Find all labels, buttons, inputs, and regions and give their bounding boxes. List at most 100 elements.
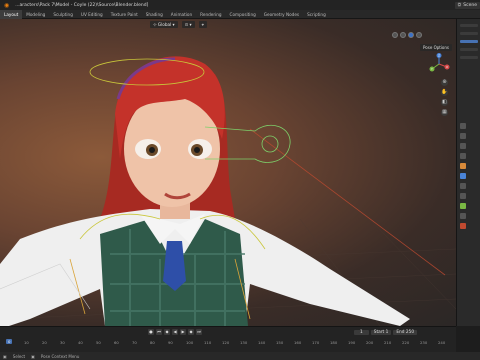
ruler-tick-label: 70 xyxy=(132,340,137,345)
outliner-row-selected[interactable] xyxy=(460,40,478,43)
next-keyframe-button[interactable]: ◆ xyxy=(188,329,194,335)
ruler-tick-label: 160 xyxy=(294,340,302,345)
physics-properties-icon[interactable] xyxy=(460,183,466,189)
pose-options-dropdown[interactable]: Pose Options xyxy=(420,44,452,51)
tab-scripting[interactable]: Scripting xyxy=(303,10,330,19)
ruler-tick-label: 40 xyxy=(78,340,83,345)
rendered-shading-button[interactable] xyxy=(416,32,422,38)
start-frame-field[interactable]: Start 1 xyxy=(370,329,392,335)
render-properties-icon[interactable] xyxy=(460,133,466,139)
bone-properties-icon[interactable] xyxy=(460,213,466,219)
ruler-tick-label: 0 xyxy=(6,339,13,344)
ruler-tick-label: 20 xyxy=(42,340,47,345)
ruler-tick-label: 100 xyxy=(186,340,194,345)
scene-icon: ⛭ xyxy=(457,3,462,8)
ruler-tick-label: 90 xyxy=(168,340,173,345)
navigation-gizmo[interactable]: X Y Z xyxy=(428,53,450,75)
ruler-tick-label: 150 xyxy=(276,340,284,345)
perspective-grid-icon[interactable]: ▦ xyxy=(441,109,448,116)
viewport-header: ⊹ Global ▾ ⊙ ▾ ⌖ xyxy=(0,19,456,30)
modifier-properties-icon[interactable] xyxy=(460,173,466,179)
record-button[interactable]: ● xyxy=(148,329,154,335)
camera-view-icon[interactable]: ◧ xyxy=(441,99,448,106)
ruler-tick-label: 230 xyxy=(420,340,428,345)
scene-properties-icon[interactable] xyxy=(460,153,466,159)
snap-toggle[interactable]: ⌖ xyxy=(198,21,207,28)
orientation-label: Global xyxy=(157,22,172,27)
material-properties-icon[interactable] xyxy=(460,223,466,229)
ruler-tick-label: 50 xyxy=(96,340,101,345)
mouse-left-icon: ▣ xyxy=(3,353,7,359)
outliner-row[interactable] xyxy=(460,48,478,51)
ruler-tick-label: 30 xyxy=(60,340,65,345)
ruler-tick-label: 240 xyxy=(438,340,446,345)
ruler-tick-label: 130 xyxy=(240,340,248,345)
ruler-tick-label: 140 xyxy=(258,340,266,345)
current-frame-field[interactable]: 1 xyxy=(354,329,369,335)
jump-end-button[interactable]: ⏭ xyxy=(196,329,202,335)
tab-sculpting[interactable]: Sculpting xyxy=(49,10,77,19)
ruler-tick-label: 170 xyxy=(312,340,320,345)
solid-shading-button[interactable] xyxy=(400,32,406,38)
end-frame-field[interactable]: End 250 xyxy=(393,329,418,335)
pivot-dropdown[interactable]: ⊙ ▾ xyxy=(181,21,195,28)
tool-properties-icon[interactable] xyxy=(460,123,466,129)
ruler-tick-label: 110 xyxy=(204,340,212,345)
shading-buttons xyxy=(392,32,422,38)
tab-modeling[interactable]: Modeling xyxy=(22,10,49,19)
prev-keyframe-button[interactable]: ◆ xyxy=(164,329,170,335)
ruler-tick-label: 200 xyxy=(366,340,374,345)
scene-label: Scene xyxy=(463,2,477,8)
timeline: ● ⏮ ◆ ◀ ▶ ◆ ⏭ 1 Start 1 End 250 0 10 20 30 4… xyxy=(0,326,456,352)
tab-layout[interactable]: Layout xyxy=(0,9,23,19)
ruler-tick-label: 210 xyxy=(384,340,392,345)
output-properties-icon[interactable] xyxy=(460,143,466,149)
ruler-tick-label: 220 xyxy=(402,340,410,345)
play-reverse-button[interactable]: ◀ xyxy=(172,329,178,335)
ruler-tick-label: 80 xyxy=(150,340,155,345)
ruler-tick-label: 190 xyxy=(348,340,356,345)
blender-logo-icon[interactable]: ◉ xyxy=(4,2,9,9)
3d-viewport[interactable]: ⊹ Global ▾ ⊙ ▾ ⌖ Pose Options X Y Z ⊕ ✋ … xyxy=(0,19,456,326)
mouse-right-icon: ▣ xyxy=(31,353,35,359)
tab-animation[interactable]: Animation xyxy=(167,10,196,19)
zoom-icon[interactable]: ⊕ xyxy=(441,79,448,86)
ruler-tick-label: 60 xyxy=(114,340,119,345)
top-bar: ◉ ...aracters\Pack 7\Model - Coyle (22)\… xyxy=(0,0,480,10)
tab-compositing[interactable]: Compositing xyxy=(226,10,260,19)
frame-ruler[interactable]: 0 10 20 30 40 50 60 70 80 90 100 110 120 130 140 150 160… xyxy=(0,337,456,349)
playback-controls: ● ⏮ ◆ ◀ ▶ ◆ ⏭ 1 Start 1 End 250 xyxy=(0,327,456,337)
pan-hand-icon[interactable]: ✋ xyxy=(441,89,448,96)
ruler-tick-label: 120 xyxy=(222,340,230,345)
start-label: Start xyxy=(373,329,385,335)
play-button[interactable]: ▶ xyxy=(180,329,186,335)
constraint-properties-icon[interactable] xyxy=(460,193,466,199)
transform-orientation-dropdown[interactable]: ⊹ Global ▾ xyxy=(150,21,178,28)
outliner-row[interactable] xyxy=(460,24,478,27)
wireframe-shading-button[interactable] xyxy=(392,32,398,38)
tab-shading[interactable]: Shading xyxy=(142,10,167,19)
tab-texture-paint[interactable]: Texture Paint xyxy=(107,10,142,19)
gizmo-y-label: Y xyxy=(431,67,433,71)
ruler-tick-label: 180 xyxy=(330,340,338,345)
tab-rendering[interactable]: Rendering xyxy=(196,10,225,19)
gizmo-z-label: Z xyxy=(438,54,440,58)
object-properties-icon[interactable] xyxy=(460,163,466,169)
end-label: End xyxy=(396,329,405,335)
workspace-tabs: Layout Modeling Sculpting UV Editing Texture… xyxy=(0,9,480,19)
data-properties-icon[interactable] xyxy=(460,203,466,209)
jump-start-button[interactable]: ⏮ xyxy=(156,329,162,335)
select-hint: Select xyxy=(12,353,26,359)
scene-selector[interactable]: ⛭ Scene xyxy=(454,1,480,9)
context-menu-hint: Pose Context Menu xyxy=(40,353,80,359)
tab-geometry-nodes[interactable]: Geometry Nodes xyxy=(260,10,303,19)
tab-uv-editing[interactable]: UV Editing xyxy=(77,10,107,19)
material-shading-button[interactable] xyxy=(408,32,414,38)
properties-sidebar xyxy=(456,19,480,326)
gizmo-x-label: X xyxy=(446,65,448,69)
ruler-tick-label: 10 xyxy=(24,340,29,345)
outliner-row[interactable] xyxy=(460,32,478,35)
status-bar: ▣ Select ▣ Pose Context Menu xyxy=(0,352,480,360)
start-value: 1 xyxy=(385,329,389,335)
character-render xyxy=(0,56,456,326)
